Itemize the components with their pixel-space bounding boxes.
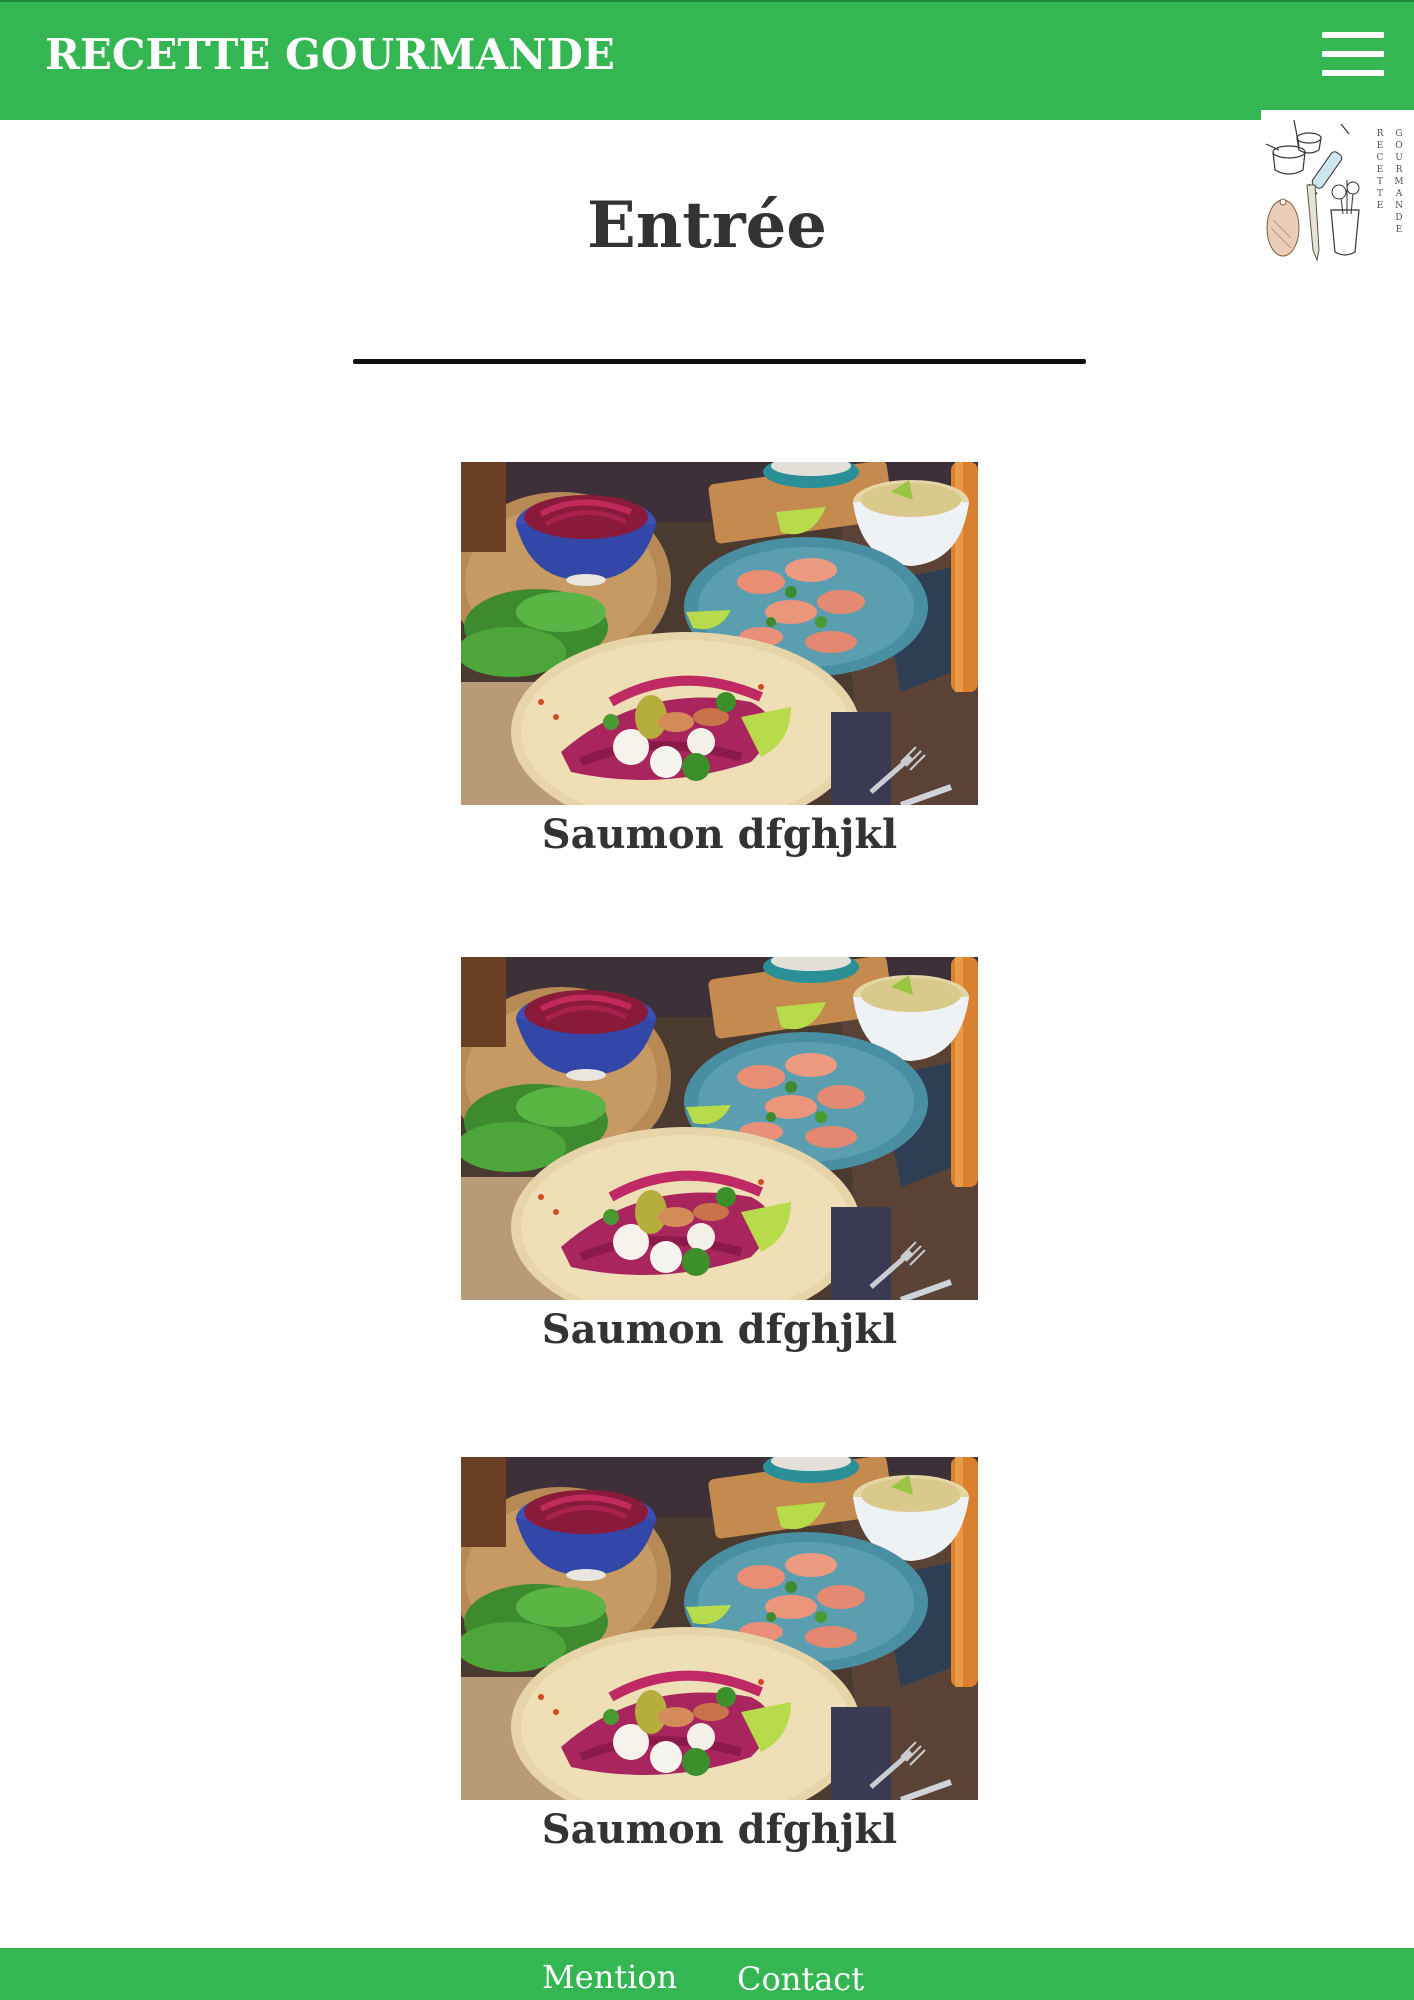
recipe-title[interactable]: Saumon dfghjkl [461, 1306, 978, 1353]
site-footer: Mention Contact [0, 1948, 1414, 2000]
footer-link-mention[interactable]: Mention [542, 1958, 677, 1996]
menu-bar [1322, 32, 1384, 38]
site-header: RECETTE GOURMANDE [0, 0, 1414, 120]
recipe-card[interactable]: Saumon dfghjkl [461, 957, 978, 1353]
footer-link-contact[interactable]: Contact [737, 1960, 864, 1998]
title-divider [353, 359, 1086, 364]
salmon-tacos-photo[interactable] [461, 957, 978, 1300]
page-title: Entrée [586, 188, 828, 263]
salmon-tacos-photo[interactable] [461, 1457, 978, 1800]
recipe-card[interactable]: Saumon dfghjkl [461, 1457, 978, 1853]
recipe-title[interactable]: Saumon dfghjkl [461, 811, 978, 858]
menu-bar [1322, 70, 1384, 76]
recipe-title[interactable]: Saumon dfghjkl [461, 1806, 978, 1853]
hamburger-menu-icon[interactable] [1322, 30, 1384, 78]
recipe-card[interactable]: Saumon dfghjkl [461, 462, 978, 858]
menu-bar [1322, 51, 1384, 57]
site-brand[interactable]: RECETTE GOURMANDE [45, 30, 615, 79]
salmon-tacos-photo[interactable] [461, 462, 978, 805]
